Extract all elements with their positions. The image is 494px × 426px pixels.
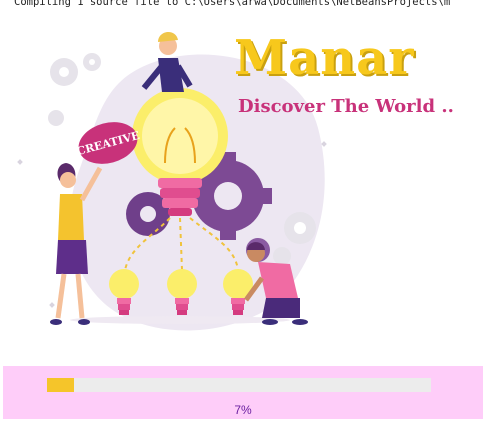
progress-bar-fill [47, 378, 74, 392]
app-tagline: Discover The World .. [238, 96, 454, 117]
progress-percent-label: 7% [234, 403, 252, 417]
console-output-line: Compiling 1 source file to C:\Users\arwa… [14, 0, 451, 8]
loading-panel: 7% [3, 366, 483, 419]
progress-bar [47, 378, 431, 392]
app-title: Manar [234, 30, 415, 86]
